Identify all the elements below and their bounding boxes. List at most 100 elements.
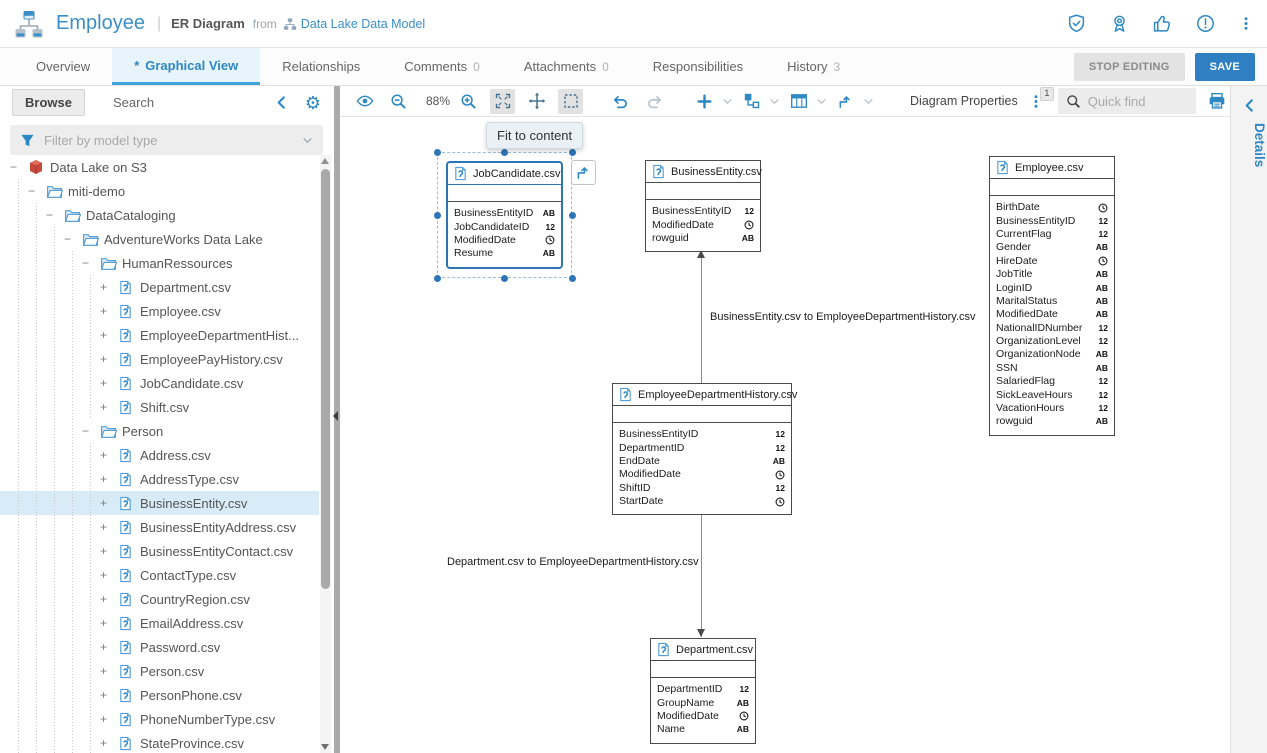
quick-find-input[interactable] bbox=[1088, 94, 1188, 109]
tree-item[interactable]: +Department.csv bbox=[0, 275, 319, 299]
tree-item[interactable]: +Shift.csv bbox=[0, 395, 319, 419]
entity-column[interactable]: ResumeAB bbox=[454, 247, 555, 260]
tree-expander-icon[interactable]: − bbox=[28, 184, 46, 198]
entity-column[interactable]: JobCandidateID12 bbox=[454, 220, 555, 233]
entity-column[interactable]: BirthDate bbox=[996, 201, 1108, 214]
collapse-panel-icon[interactable] bbox=[274, 95, 289, 110]
fit-to-content-button[interactable] bbox=[490, 89, 515, 114]
entity-header[interactable]: Employee.csv bbox=[990, 157, 1114, 179]
entity-column[interactable]: StartDate bbox=[619, 495, 785, 508]
tab-attachments[interactable]: Attachments0 bbox=[502, 48, 631, 85]
diagram-canvas[interactable]: Fit to content BusinessEntity.csv to Emp… bbox=[341, 117, 1230, 753]
tree-expander-icon[interactable]: + bbox=[100, 376, 118, 390]
zoom-out-button[interactable] bbox=[386, 89, 411, 114]
entity-column[interactable]: EndDateAB bbox=[619, 455, 785, 468]
chevron-down-icon[interactable] bbox=[722, 96, 733, 107]
marquee-select-button[interactable] bbox=[558, 89, 583, 114]
entity-column[interactable]: BusinessEntityIDAB bbox=[454, 207, 555, 220]
tree-item[interactable]: +AddressType.csv bbox=[0, 467, 319, 491]
entity-column[interactable]: SalariedFlag12 bbox=[996, 375, 1108, 388]
entity-column[interactable]: OrganizationNodeAB bbox=[996, 348, 1108, 361]
tree-item[interactable]: +Address.csv bbox=[0, 443, 319, 467]
entity-column[interactable]: ModifiedDateAB bbox=[996, 308, 1108, 321]
entity[interactable]: Employee.csvBirthDateBusinessEntityID12C… bbox=[989, 156, 1115, 436]
entity-column[interactable]: SSNAB bbox=[996, 362, 1108, 375]
entity-column[interactable]: ShiftID12 bbox=[619, 482, 785, 495]
tree-expander-icon[interactable]: + bbox=[100, 736, 118, 750]
details-panel-label[interactable]: Details bbox=[1231, 123, 1267, 167]
selection-handle[interactable] bbox=[569, 149, 576, 156]
scroll-up-arrow[interactable] bbox=[321, 158, 329, 164]
entity-column[interactable]: ModifiedDate bbox=[619, 468, 785, 481]
tree-item[interactable]: −DataCataloging bbox=[0, 203, 319, 227]
sidebar-tab-search[interactable]: Search bbox=[101, 90, 166, 115]
tree-item[interactable]: +BusinessEntityContact.csv bbox=[0, 539, 319, 563]
expand-details-icon[interactable] bbox=[1231, 86, 1267, 113]
sidebar-tab-browse[interactable]: Browse bbox=[12, 89, 85, 116]
entity-column[interactable]: SickLeaveHours12 bbox=[996, 388, 1108, 401]
tree-expander-icon[interactable]: + bbox=[100, 664, 118, 678]
tree-item[interactable]: +Employee.csv bbox=[0, 299, 319, 323]
entity-column[interactable]: ModifiedDate bbox=[657, 710, 749, 723]
tree-expander-icon[interactable]: + bbox=[100, 640, 118, 654]
relationship-button[interactable] bbox=[833, 89, 858, 114]
entity-column[interactable]: JobTitleAB bbox=[996, 268, 1108, 281]
tab-graphical-view[interactable]: *Graphical View bbox=[112, 48, 260, 85]
model-type-filter[interactable]: Filter by model type bbox=[10, 125, 323, 155]
pan-button[interactable] bbox=[524, 89, 549, 114]
chevron-down-icon[interactable] bbox=[769, 96, 780, 107]
entity-column[interactable]: BusinessEntityID12 bbox=[619, 428, 785, 441]
chevron-down-icon[interactable] bbox=[863, 96, 874, 107]
diagram-properties[interactable]: Diagram Properties bbox=[910, 94, 1018, 108]
stop-editing-button[interactable]: STOP EDITING bbox=[1074, 53, 1185, 81]
scroll-down-arrow[interactable] bbox=[321, 744, 329, 750]
entity-column[interactable]: DepartmentID12 bbox=[619, 441, 785, 454]
tree-expander-icon[interactable]: + bbox=[100, 472, 118, 486]
table-view-button[interactable] bbox=[786, 89, 811, 114]
eye-button[interactable] bbox=[352, 89, 377, 114]
entity-column[interactable]: BusinessEntityID12 bbox=[652, 205, 754, 218]
entity[interactable]: Department.csvDepartmentID12GroupNameABM… bbox=[650, 638, 756, 744]
entity-column[interactable]: OrganizationLevel12 bbox=[996, 335, 1108, 348]
tree-expander-icon[interactable]: + bbox=[100, 328, 118, 342]
tab-history[interactable]: History3 bbox=[765, 48, 862, 85]
left-splitter[interactable] bbox=[334, 86, 340, 753]
relationship-line[interactable] bbox=[701, 508, 702, 637]
entity-column[interactable]: VacationHours12 bbox=[996, 402, 1108, 415]
selection-handle[interactable] bbox=[434, 149, 441, 156]
tree-item[interactable]: +PhoneNumberType.csv bbox=[0, 707, 319, 731]
chevron-down-icon[interactable] bbox=[816, 96, 827, 107]
save-button[interactable]: SAVE bbox=[1195, 53, 1255, 81]
tree-expander-icon[interactable]: + bbox=[100, 592, 118, 606]
tree-expander-icon[interactable]: + bbox=[100, 568, 118, 582]
tree-expander-icon[interactable]: + bbox=[100, 496, 118, 510]
tree-item[interactable]: −AdventureWorks Data Lake bbox=[0, 227, 319, 251]
entity-header[interactable]: EmployeeDepartmentHistory.csv bbox=[613, 384, 791, 406]
like-icon[interactable] bbox=[1153, 14, 1172, 33]
entity-column[interactable]: MaritalStatusAB bbox=[996, 295, 1108, 308]
selection-handle[interactable] bbox=[434, 212, 441, 219]
tree-item[interactable]: −HumanRessources bbox=[0, 251, 319, 275]
collapse-left-arrow-icon[interactable] bbox=[333, 411, 338, 421]
more-vertical-button[interactable]: 1 bbox=[1024, 89, 1049, 114]
shield-check-icon[interactable] bbox=[1067, 14, 1086, 33]
entity-header[interactable]: BusinessEntity.csv bbox=[646, 161, 760, 183]
entity-column[interactable]: rowguidAB bbox=[996, 415, 1108, 428]
entity-header[interactable]: JobCandidate.csv bbox=[448, 163, 561, 185]
redo-button[interactable] bbox=[642, 89, 667, 114]
entity-column[interactable]: HireDate bbox=[996, 255, 1108, 268]
relationship-line[interactable] bbox=[701, 250, 702, 383]
undo-button[interactable] bbox=[608, 89, 633, 114]
tree-expander-icon[interactable]: + bbox=[100, 520, 118, 534]
tree-item[interactable]: +ContactType.csv bbox=[0, 563, 319, 587]
scrollbar-thumb[interactable] bbox=[321, 169, 330, 589]
tree-expander-icon[interactable]: + bbox=[100, 448, 118, 462]
certification-icon[interactable] bbox=[1110, 14, 1129, 33]
create-relationship-button[interactable] bbox=[571, 160, 596, 185]
alert-icon[interactable] bbox=[1196, 14, 1215, 33]
entity-column[interactable]: NameAB bbox=[657, 723, 749, 736]
entity[interactable]: EmployeeDepartmentHistory.csv BusinessEnt… bbox=[612, 383, 792, 515]
tree-item[interactable]: +Password.csv bbox=[0, 635, 319, 659]
tree-expander-icon[interactable]: + bbox=[100, 280, 118, 294]
gear-icon[interactable]: ⚙ bbox=[305, 94, 321, 112]
